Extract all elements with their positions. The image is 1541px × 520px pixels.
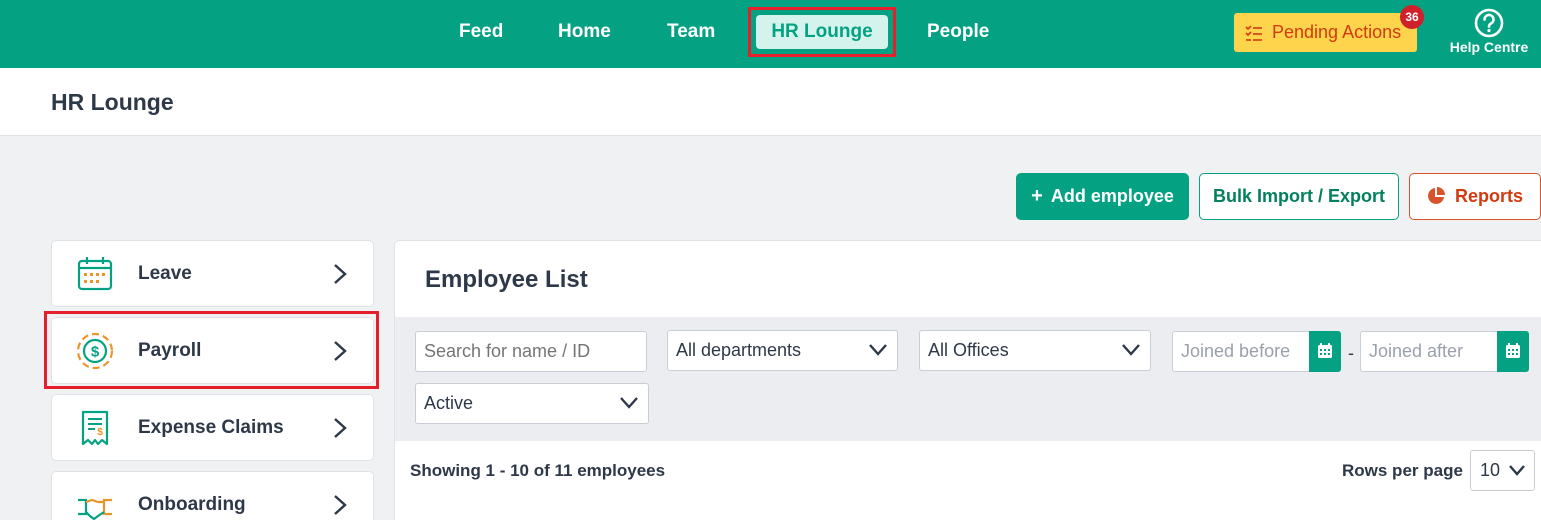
chevron-right-icon: [334, 264, 347, 284]
chevron-down-icon: [1509, 465, 1525, 476]
svg-text:$: $: [91, 344, 100, 361]
joined-after-input[interactable]: Joined after: [1360, 331, 1502, 372]
joined-after-calendar-button[interactable]: [1497, 331, 1529, 372]
handshake-icon: [78, 498, 112, 520]
pending-count-badge: 36: [1400, 5, 1424, 29]
department-select[interactable]: All departments: [667, 330, 898, 371]
pending-actions-label: Pending Actions: [1272, 22, 1402, 42]
nav-people[interactable]: People: [927, 0, 989, 64]
nav-hr-lounge-highlight: HR Lounge: [748, 7, 896, 57]
chevron-right-icon: [334, 341, 347, 361]
pending-actions-button[interactable]: Pending Actions: [1234, 13, 1417, 52]
pie-chart-icon: [1428, 186, 1445, 204]
rows-per-page-value: 10: [1480, 460, 1501, 480]
nav-team[interactable]: Team: [667, 0, 715, 64]
calendar-icon: [1318, 343, 1332, 358]
nav-feed[interactable]: Feed: [459, 0, 503, 64]
department-value: All departments: [676, 340, 802, 360]
showing-count: Showing 1 - 10 of 11 employees: [410, 461, 666, 480]
status-select[interactable]: Active: [415, 383, 649, 424]
employee-list-title: Employee List: [425, 266, 588, 293]
add-employee-label: Add employee: [1050, 186, 1174, 206]
nav-home[interactable]: Home: [558, 0, 611, 64]
page-header: HR Lounge: [0, 68, 1541, 136]
checklist-icon: [1245, 25, 1262, 41]
chevron-down-icon: [620, 397, 638, 409]
side-menu-onboarding[interactable]: Onboarding: [51, 471, 374, 520]
receipt-icon: $: [81, 410, 109, 446]
chevron-down-icon: [869, 344, 887, 356]
top-nav-bar: Feed Home Team HR Lounge People Pending …: [0, 0, 1541, 68]
question-circle-icon: [1474, 8, 1504, 38]
side-menu-label: Payroll: [138, 340, 202, 361]
joined-before-input[interactable]: Joined before: [1172, 331, 1314, 372]
bulk-import-export-button[interactable]: Bulk Import / Export: [1199, 173, 1399, 220]
nav-hr-lounge[interactable]: HR Lounge: [756, 15, 888, 49]
joined-before-calendar-button[interactable]: [1309, 331, 1341, 372]
dollar-coin-icon: $: [76, 332, 114, 370]
svg-text:$: $: [97, 427, 103, 438]
side-menu-payroll[interactable]: $ Payroll: [51, 317, 374, 384]
side-menu-leave[interactable]: Leave: [51, 240, 374, 307]
help-centre-label: Help Centre: [1449, 39, 1529, 55]
page-title: HR Lounge: [51, 89, 174, 115]
reports-button[interactable]: Reports: [1409, 173, 1541, 220]
chevron-right-icon: [334, 495, 347, 515]
chevron-down-icon: [1122, 344, 1140, 356]
reports-label: Reports: [1454, 186, 1523, 206]
date-range-separator: -: [1348, 343, 1354, 363]
plus-icon: +: [1031, 185, 1043, 207]
add-employee-button[interactable]: + Add employee: [1016, 173, 1189, 220]
office-select[interactable]: All Offices: [919, 330, 1151, 371]
side-menu-label: Onboarding: [138, 494, 246, 515]
search-input[interactable]: [415, 331, 647, 372]
side-menu-expense-claims[interactable]: $ Expense Claims: [51, 394, 374, 461]
side-menu-label: Leave: [138, 263, 192, 284]
rows-per-page-label: Rows per page: [1342, 461, 1463, 480]
calendar-icon: [1506, 343, 1520, 358]
rows-per-page-select[interactable]: 10: [1470, 450, 1535, 491]
chevron-right-icon: [334, 418, 347, 438]
side-menu-label: Expense Claims: [138, 417, 284, 438]
calendar-icon: [77, 257, 113, 291]
help-centre-button[interactable]: Help Centre: [1444, 6, 1534, 62]
office-value: All Offices: [928, 340, 1009, 360]
status-value: Active: [424, 393, 474, 413]
